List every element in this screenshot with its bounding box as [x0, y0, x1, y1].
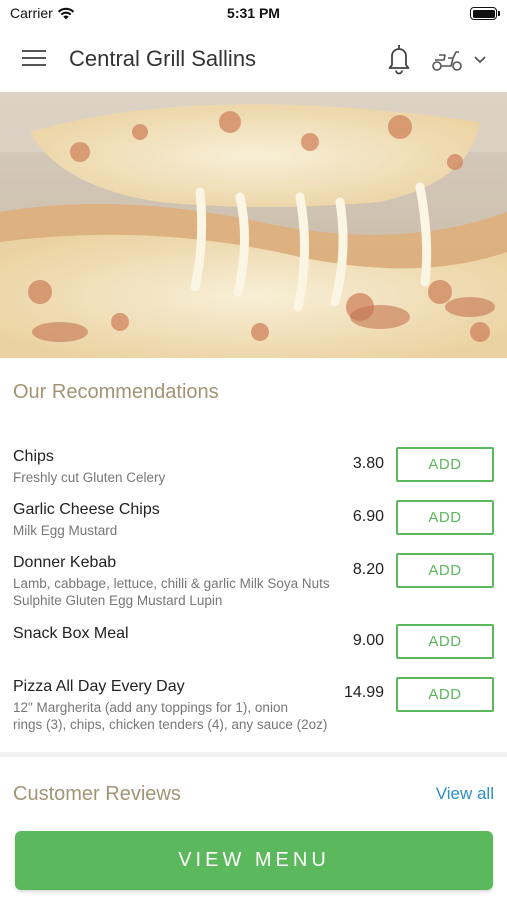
item-price: 9.00 — [352, 632, 384, 649]
item-price: 6.90 — [352, 508, 384, 525]
bell-icon[interactable] — [385, 43, 413, 75]
add-button[interactable]: ADD — [396, 677, 494, 712]
item-description: 12" Margherita (add any toppings for 1),… — [13, 699, 348, 733]
item-name: Snack Box Meal — [13, 625, 129, 642]
item-description-line: Sulphite Gluten Egg Mustard Lupin — [13, 593, 223, 608]
add-button[interactable]: ADD — [396, 447, 494, 482]
item-price: 14.99 — [343, 684, 384, 701]
view-menu-button[interactable]: VIEW MENU — [15, 831, 493, 890]
item-price: 8.20 — [352, 561, 384, 578]
hero-image — [0, 92, 507, 358]
view-all-link[interactable]: View all — [436, 784, 494, 804]
item-description-line: Milk Egg Mustard — [13, 523, 118, 538]
item-description: Freshly cut Gluten Celery — [13, 469, 348, 486]
chevron-down-icon[interactable] — [472, 54, 488, 66]
item-description: Lamb, cabbage, lettuce, chilli & garlic … — [13, 575, 348, 609]
item-description-line: Freshly cut Gluten Celery — [13, 470, 166, 485]
item-description-line: 12" Margherita (add any toppings for 1),… — [13, 700, 288, 715]
pizza-image — [0, 92, 507, 358]
scooter-icon[interactable] — [431, 47, 463, 73]
item-name: Donner Kebab — [13, 554, 117, 571]
item-description: Milk Egg Mustard — [13, 522, 348, 539]
restaurant-title: Central Grill Sallins — [69, 46, 257, 71]
add-button[interactable]: ADD — [396, 553, 494, 588]
item-name: Chips — [13, 448, 54, 465]
status-bar: Carrier 5:31 PM — [0, 0, 507, 28]
menu-icon[interactable] — [22, 50, 46, 70]
add-button[interactable]: ADD — [396, 624, 494, 659]
reviews-title: Customer Reviews — [13, 783, 181, 805]
item-description-line: Lamb, cabbage, lettuce, chilli & garlic … — [13, 576, 330, 591]
section-divider — [0, 752, 507, 757]
item-name: Garlic Cheese Chips — [13, 501, 160, 518]
nav-bar: Central Grill Sallins — [0, 28, 507, 92]
recommendations-title: Our Recommendations — [13, 381, 219, 403]
item-price: 3.80 — [352, 455, 384, 472]
battery-icon — [470, 7, 500, 20]
clock: 5:31 PM — [227, 5, 280, 21]
add-button[interactable]: ADD — [396, 500, 494, 535]
item-description-line: rings (3), chips, chicken tenders (4), a… — [13, 717, 328, 732]
item-name: Pizza All Day Every Day — [13, 678, 185, 695]
